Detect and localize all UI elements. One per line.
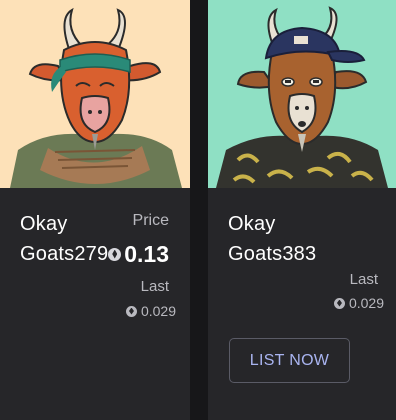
price-value: 0.13 bbox=[108, 240, 169, 268]
nft-card-okay-goats-383[interactable]: Okay Goats383 Last 0.029 LIST NOW bbox=[208, 0, 396, 420]
nft-name-line1: Okay bbox=[20, 213, 68, 235]
nft-card-okay-goats-279[interactable]: Okay Goats279 Price 0.13 Last 0.029 bbox=[0, 0, 190, 420]
price-amount: 0.13 bbox=[124, 241, 169, 267]
last-value: 0.029 bbox=[333, 294, 384, 312]
eth-icon bbox=[333, 297, 345, 309]
nft-name-line1: Okay bbox=[228, 213, 276, 235]
list-now-button[interactable]: LIST NOW bbox=[229, 338, 350, 383]
last-label: Last bbox=[140, 278, 169, 295]
eth-icon bbox=[125, 305, 137, 317]
goat-avatar-headband-icon[interactable] bbox=[0, 0, 190, 188]
last-value: 0.029 bbox=[125, 302, 176, 320]
nft-name-line2: Goats383 bbox=[228, 243, 317, 265]
last-label: Last bbox=[349, 271, 378, 288]
goat-avatar-cap-icon[interactable] bbox=[208, 0, 396, 188]
price-label: Price bbox=[132, 212, 169, 229]
last-amount: 0.029 bbox=[348, 295, 384, 311]
nft-name-line2: Goats279 bbox=[20, 243, 109, 265]
last-amount: 0.029 bbox=[140, 303, 176, 319]
eth-icon bbox=[108, 247, 122, 261]
card-gutter bbox=[190, 0, 208, 420]
